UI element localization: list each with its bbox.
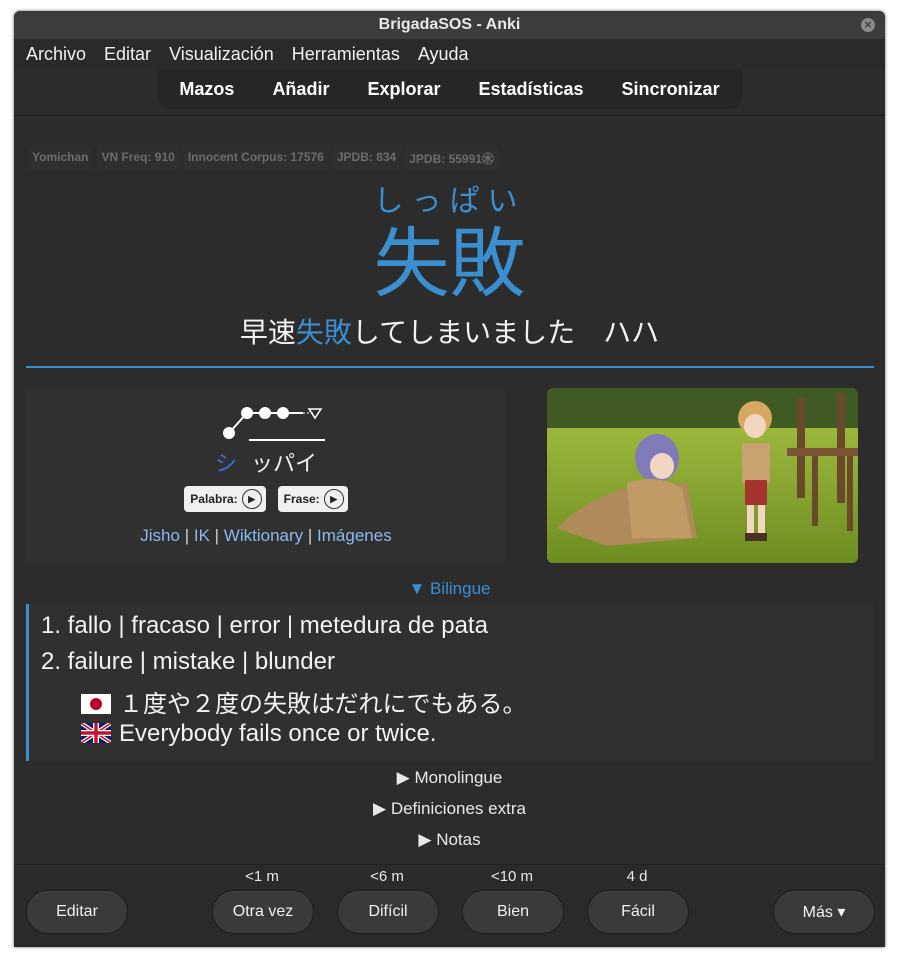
menu-editar[interactable]: Editar [104,44,151,65]
tag: VN Freq: 910 [97,146,179,171]
play-icon[interactable]: ▶ [241,489,262,509]
toolbar-anadir[interactable]: Añadir [272,79,329,100]
menu-herramientas[interactable]: Herramientas [292,44,400,65]
section-monolingue[interactable]: ▶ Monolingue [14,768,885,788]
section-notas[interactable]: ▶ Notas [14,830,885,850]
link-ik[interactable]: IK [194,526,210,545]
edit-button[interactable]: Editar [26,890,128,934]
link-separator: | [307,526,313,545]
pitch-kana-low: シ [214,452,237,477]
pitch-kana-high: ッパイ [251,452,318,477]
again-button[interactable]: Otra vez [212,890,314,934]
toolbar-pill: Mazos Añadir Explorar Estadísticas Sincr… [157,69,742,109]
close-icon[interactable]: × [861,18,875,32]
sentence-prefix: 早速 [239,316,296,349]
anime-screenshot [547,388,858,563]
dictionary-links: Jisho | IK | Wiktionary | Imágenes [26,526,506,546]
card-content: Yomichan VN Freq: 910 Innocent Corpus: 1… [14,116,885,864]
sentence-suffix: してしまいました ハハ [351,316,660,349]
link-separator: | [214,526,220,545]
menu-archivo[interactable]: Archivo [26,44,86,65]
toolbar-explorar[interactable]: Explorar [367,79,440,100]
good-button[interactable]: Bien [462,890,564,934]
uk-flag-icon [79,721,113,745]
toolbar-estadisticas[interactable]: Estadísticas [478,79,583,100]
link-jisho[interactable]: Jisho [140,526,180,545]
interval-hard: <6 m [370,868,404,885]
pitch-accent-graph [223,407,325,441]
link-imagenes[interactable]: Imágenes [317,526,392,545]
word-audio-button[interactable]: Palabra: ▶ [184,486,266,512]
top-toolbar: Mazos Añadir Explorar Estadísticas Sincr… [14,69,885,115]
definition-line-2: 2. failure | mistake | blunder [41,648,335,675]
easy-button[interactable]: Fácil [587,890,689,934]
interval-easy: 4 d [626,868,648,885]
definition-line-1: 1. fallo | fracaso | error | metedura de… [41,612,488,639]
target-word: 失敗 [373,219,526,308]
sentence-audio-label: Frase: [283,492,320,506]
menu-visualizacion[interactable]: Visualización [169,44,274,65]
sentence-audio-button[interactable]: Frase: ▶ [277,486,348,512]
hard-button[interactable]: Difícil [337,890,439,934]
tag: JPDB: 55991㊌ [405,146,498,171]
title-bar: BrigadaSOS - Anki × [14,11,885,39]
divider [26,366,874,368]
definition-box: 1. fallo | fracaso | error | metedura de… [26,604,874,761]
example-jp-text: １度や２度の失敗はだれにでもある。 [119,691,527,718]
interval-good: <10 m [490,868,534,885]
more-button[interactable]: Más ▾ [773,890,875,934]
section-definiciones-extra[interactable]: ▶ Definiciones extra [14,799,885,819]
play-icon[interactable]: ▶ [323,489,344,509]
link-separator: | [184,526,190,545]
toolbar-mazos[interactable]: Mazos [179,79,234,100]
toolbar-sincronizar[interactable]: Sincronizar [622,79,720,100]
anki-window: BrigadaSOS - Anki × Archivo Editar Visua… [14,11,885,947]
tag: Innocent Corpus: 17576 [183,146,328,171]
menu-bar: Archivo Editar Visualización Herramienta… [14,39,885,69]
tag: Yomichan [28,146,93,171]
tag: JPDB: 834 [332,146,401,171]
example-sentence: 早速失敗してしまいました ハハ [14,311,885,351]
example-jp: １度や２度の失敗はだれにでもある。 [81,684,527,719]
pronunciation-box: シッパイ Palabra: ▶ Frase: ▶ Jisho | IK | Wi… [26,388,506,564]
menu-ayuda[interactable]: Ayuda [418,44,469,65]
link-wiktionary[interactable]: Wiktionary [224,526,303,545]
interval-again: <1 m [245,868,279,885]
section-bilingue[interactable]: ▼ Bilingue [14,579,885,599]
window-title: BrigadaSOS - Anki [378,16,521,33]
audio-buttons: Palabra: ▶ Frase: ▶ [26,486,506,512]
japan-flag-icon [81,694,111,714]
example-en-text: Everybody fails once or twice. [119,720,437,747]
tag-list: Yomichan VN Freq: 910 Innocent Corpus: 1… [28,146,498,171]
answer-bar: Editar <1 m Otra vez <6 m Difícil <10 m … [14,864,885,947]
word-audio-label: Palabra: [190,492,238,506]
pitch-kana: シッパイ [26,446,506,478]
sentence-highlight: 失敗 [295,316,352,349]
example-en: Everybody fails once or twice. [79,720,437,748]
